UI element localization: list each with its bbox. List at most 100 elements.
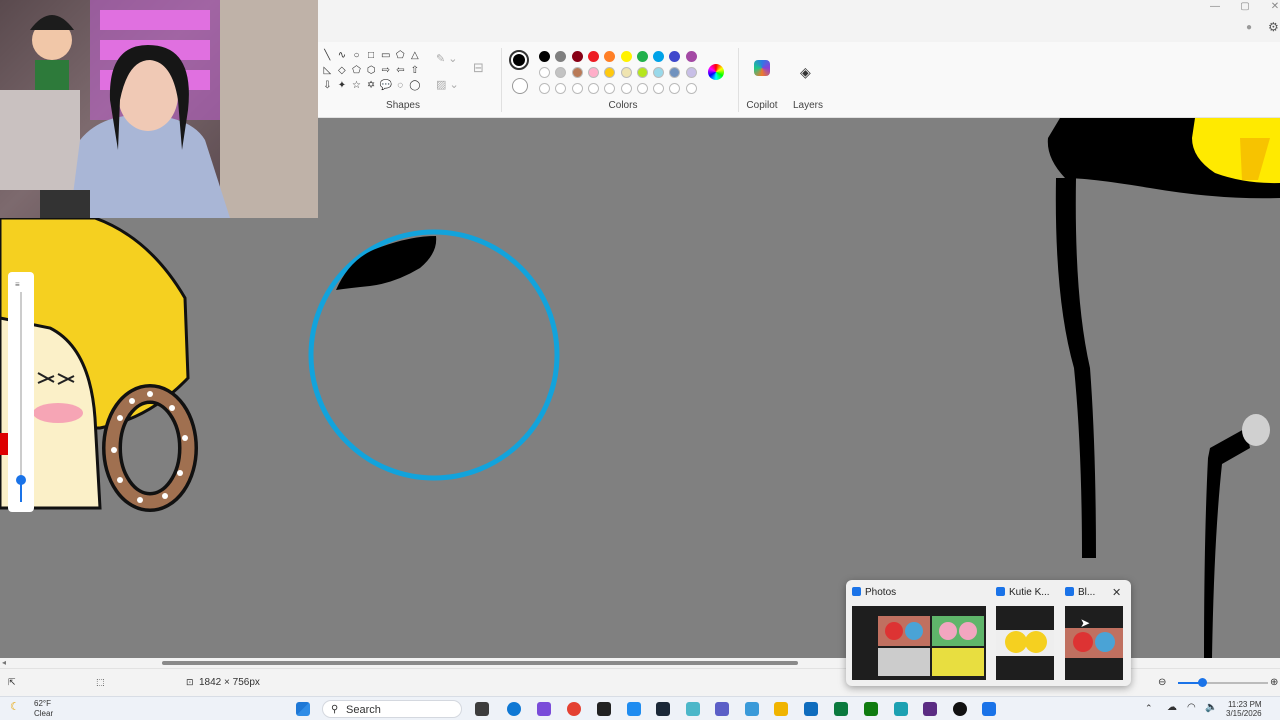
app-icon[interactable] — [686, 702, 700, 716]
color-swatch[interactable] — [636, 67, 648, 78]
diamond-shape-icon[interactable]: ◇ — [335, 65, 350, 77]
copilot-taskbar-icon[interactable] — [537, 702, 551, 716]
mail-icon[interactable] — [804, 702, 818, 716]
color-swatch[interactable] — [620, 67, 632, 78]
weather-widget[interactable]: ☾ 62°F Clear — [10, 699, 53, 719]
app-icon[interactable] — [923, 702, 937, 716]
color-swatch[interactable] — [636, 51, 648, 62]
custom-color-slot[interactable] — [620, 83, 632, 94]
network-icon[interactable]: ☁ — [1167, 702, 1177, 713]
color-swatch[interactable] — [587, 51, 599, 62]
zoom-slider-overlay[interactable]: ≡ — [8, 272, 34, 512]
left-arrow-shape-icon[interactable]: ⇦ — [393, 65, 408, 77]
steam-icon[interactable] — [656, 702, 670, 716]
polygon-shape-icon[interactable]: ⬠ — [393, 50, 408, 62]
app-store-icon[interactable] — [627, 702, 641, 716]
close-preview-button[interactable]: ✕ — [1112, 586, 1121, 599]
xbox-icon[interactable] — [864, 702, 878, 716]
epic-games-icon[interactable] — [597, 702, 611, 716]
color-swatch[interactable] — [669, 67, 681, 78]
down-arrow-shape-icon[interactable]: ⇩ — [320, 80, 335, 92]
color-swatch[interactable] — [587, 67, 599, 78]
copilot-icon[interactable] — [754, 60, 770, 76]
wifi-icon[interactable]: ◠ — [1187, 702, 1196, 713]
color-swatch[interactable] — [539, 67, 550, 78]
up-arrow-shape-icon[interactable]: ⇧ — [408, 65, 423, 77]
obs-icon[interactable] — [953, 702, 967, 716]
color-swatch[interactable] — [620, 51, 632, 62]
four-point-star-shape-icon[interactable]: ✦ — [335, 80, 350, 92]
custom-color-slot[interactable] — [669, 83, 681, 94]
teams-icon[interactable] — [715, 702, 729, 716]
zoom-out-icon[interactable]: ⊖ — [1158, 677, 1166, 688]
custom-color-slot[interactable] — [685, 83, 697, 94]
custom-color-slot[interactable] — [555, 83, 567, 94]
five-point-star-shape-icon[interactable]: ☆ — [349, 80, 364, 92]
right-triangle-shape-icon[interactable]: ◺ — [320, 65, 335, 77]
color-swatch[interactable] — [604, 67, 616, 78]
preview-card-photos[interactable]: Photos — [852, 586, 992, 682]
scroll-left-icon[interactable]: ◂ — [2, 658, 6, 667]
edit-colors-wheel-icon[interactable] — [708, 64, 724, 80]
clock[interactable]: 11:23 PM 3/15/2026 — [1226, 700, 1262, 718]
chevron-up-icon[interactable]: ⌃ — [1145, 703, 1153, 714]
custom-color-slot[interactable] — [636, 83, 648, 94]
curve-shape-icon[interactable]: ∿ — [335, 50, 350, 62]
maximize-button[interactable]: ▢ — [1230, 0, 1260, 14]
scrollbar-thumb[interactable] — [162, 661, 798, 665]
start-button-icon[interactable] — [296, 702, 310, 716]
pentagon-shape-icon[interactable]: ⬠ — [349, 65, 364, 77]
app-icon[interactable] — [745, 702, 759, 716]
store-icon[interactable] — [834, 702, 848, 716]
primary-color-selector[interactable] — [509, 50, 529, 70]
outline-dropdown-icon[interactable]: ✎ ⌄ — [436, 52, 458, 65]
six-point-star-shape-icon[interactable]: ✡ — [364, 80, 379, 92]
color-swatch[interactable] — [571, 67, 583, 78]
zoom-in-icon[interactable]: ⊕ — [1270, 677, 1278, 688]
taskbar-search[interactable]: ⚲ Search — [322, 700, 462, 718]
edge-icon[interactable] — [507, 702, 521, 716]
color-swatch[interactable] — [685, 67, 697, 78]
paint-icon[interactable] — [982, 702, 996, 716]
right-arrow-shape-icon[interactable]: ⇨ — [378, 65, 393, 77]
task-view-icon[interactable] — [475, 702, 489, 716]
shapes-gallery[interactable]: ╲ ∿ ○ □ ▭ ⬠ △ ◺ ◇ ⬠ ⬡ ⇨ ⇦ ⇧ ⇩ ✦ ☆ ✡ 💬 ◌ … — [320, 50, 422, 92]
zoom-slider-thumb[interactable] — [16, 475, 26, 485]
rounded-rectangle-shape-icon[interactable]: ▭ — [378, 50, 393, 62]
custom-color-slot[interactable] — [587, 83, 599, 94]
preview-card-kutie[interactable]: Kutie K... — [996, 586, 1056, 682]
layers-icon[interactable]: ◈ — [800, 64, 811, 81]
color-swatch[interactable] — [669, 51, 681, 62]
custom-color-slot[interactable] — [653, 83, 665, 94]
color-swatch[interactable] — [571, 51, 583, 62]
color-swatch[interactable] — [555, 67, 567, 78]
file-explorer-icon[interactable] — [774, 702, 788, 716]
rectangle-shape-icon[interactable]: □ — [364, 50, 379, 62]
color-swatch[interactable] — [653, 51, 665, 62]
oval-shape-icon[interactable]: ○ — [349, 50, 364, 62]
shape-size-icon[interactable]: ⊟ — [473, 60, 484, 76]
hexagon-shape-icon[interactable]: ⬡ — [364, 65, 379, 77]
color-swatch[interactable] — [555, 51, 567, 62]
color-swatch[interactable] — [604, 51, 616, 62]
custom-color-slot[interactable] — [604, 83, 616, 94]
volume-icon[interactable]: 🔈 — [1205, 702, 1217, 713]
custom-color-slot[interactable] — [539, 83, 550, 94]
preview-card-bl[interactable]: Bl... — [1065, 586, 1125, 682]
settings-gear-icon[interactable]: ⚙ — [1268, 20, 1279, 34]
fill-dropdown-icon[interactable]: ▨ ⌄ — [436, 78, 459, 91]
cloud-callout-shape-icon[interactable]: ◯ — [408, 80, 423, 92]
oval-callout-shape-icon[interactable]: ◌ — [393, 80, 408, 92]
callout-shape-icon[interactable]: 💬 — [378, 80, 393, 92]
zoom-thumb[interactable] — [1198, 678, 1207, 687]
minimize-button[interactable]: — — [1200, 0, 1230, 14]
app-icon[interactable] — [894, 702, 908, 716]
close-window-button[interactable]: ✕ — [1260, 0, 1280, 14]
color-swatch[interactable] — [685, 51, 697, 62]
secondary-color-selector[interactable] — [512, 78, 528, 94]
color-swatch[interactable] — [539, 51, 550, 62]
account-icon[interactable]: ● — [1246, 22, 1252, 33]
custom-color-slot[interactable] — [571, 83, 583, 94]
chrome-icon[interactable] — [567, 702, 581, 716]
triangle-shape-icon[interactable]: △ — [408, 50, 423, 62]
